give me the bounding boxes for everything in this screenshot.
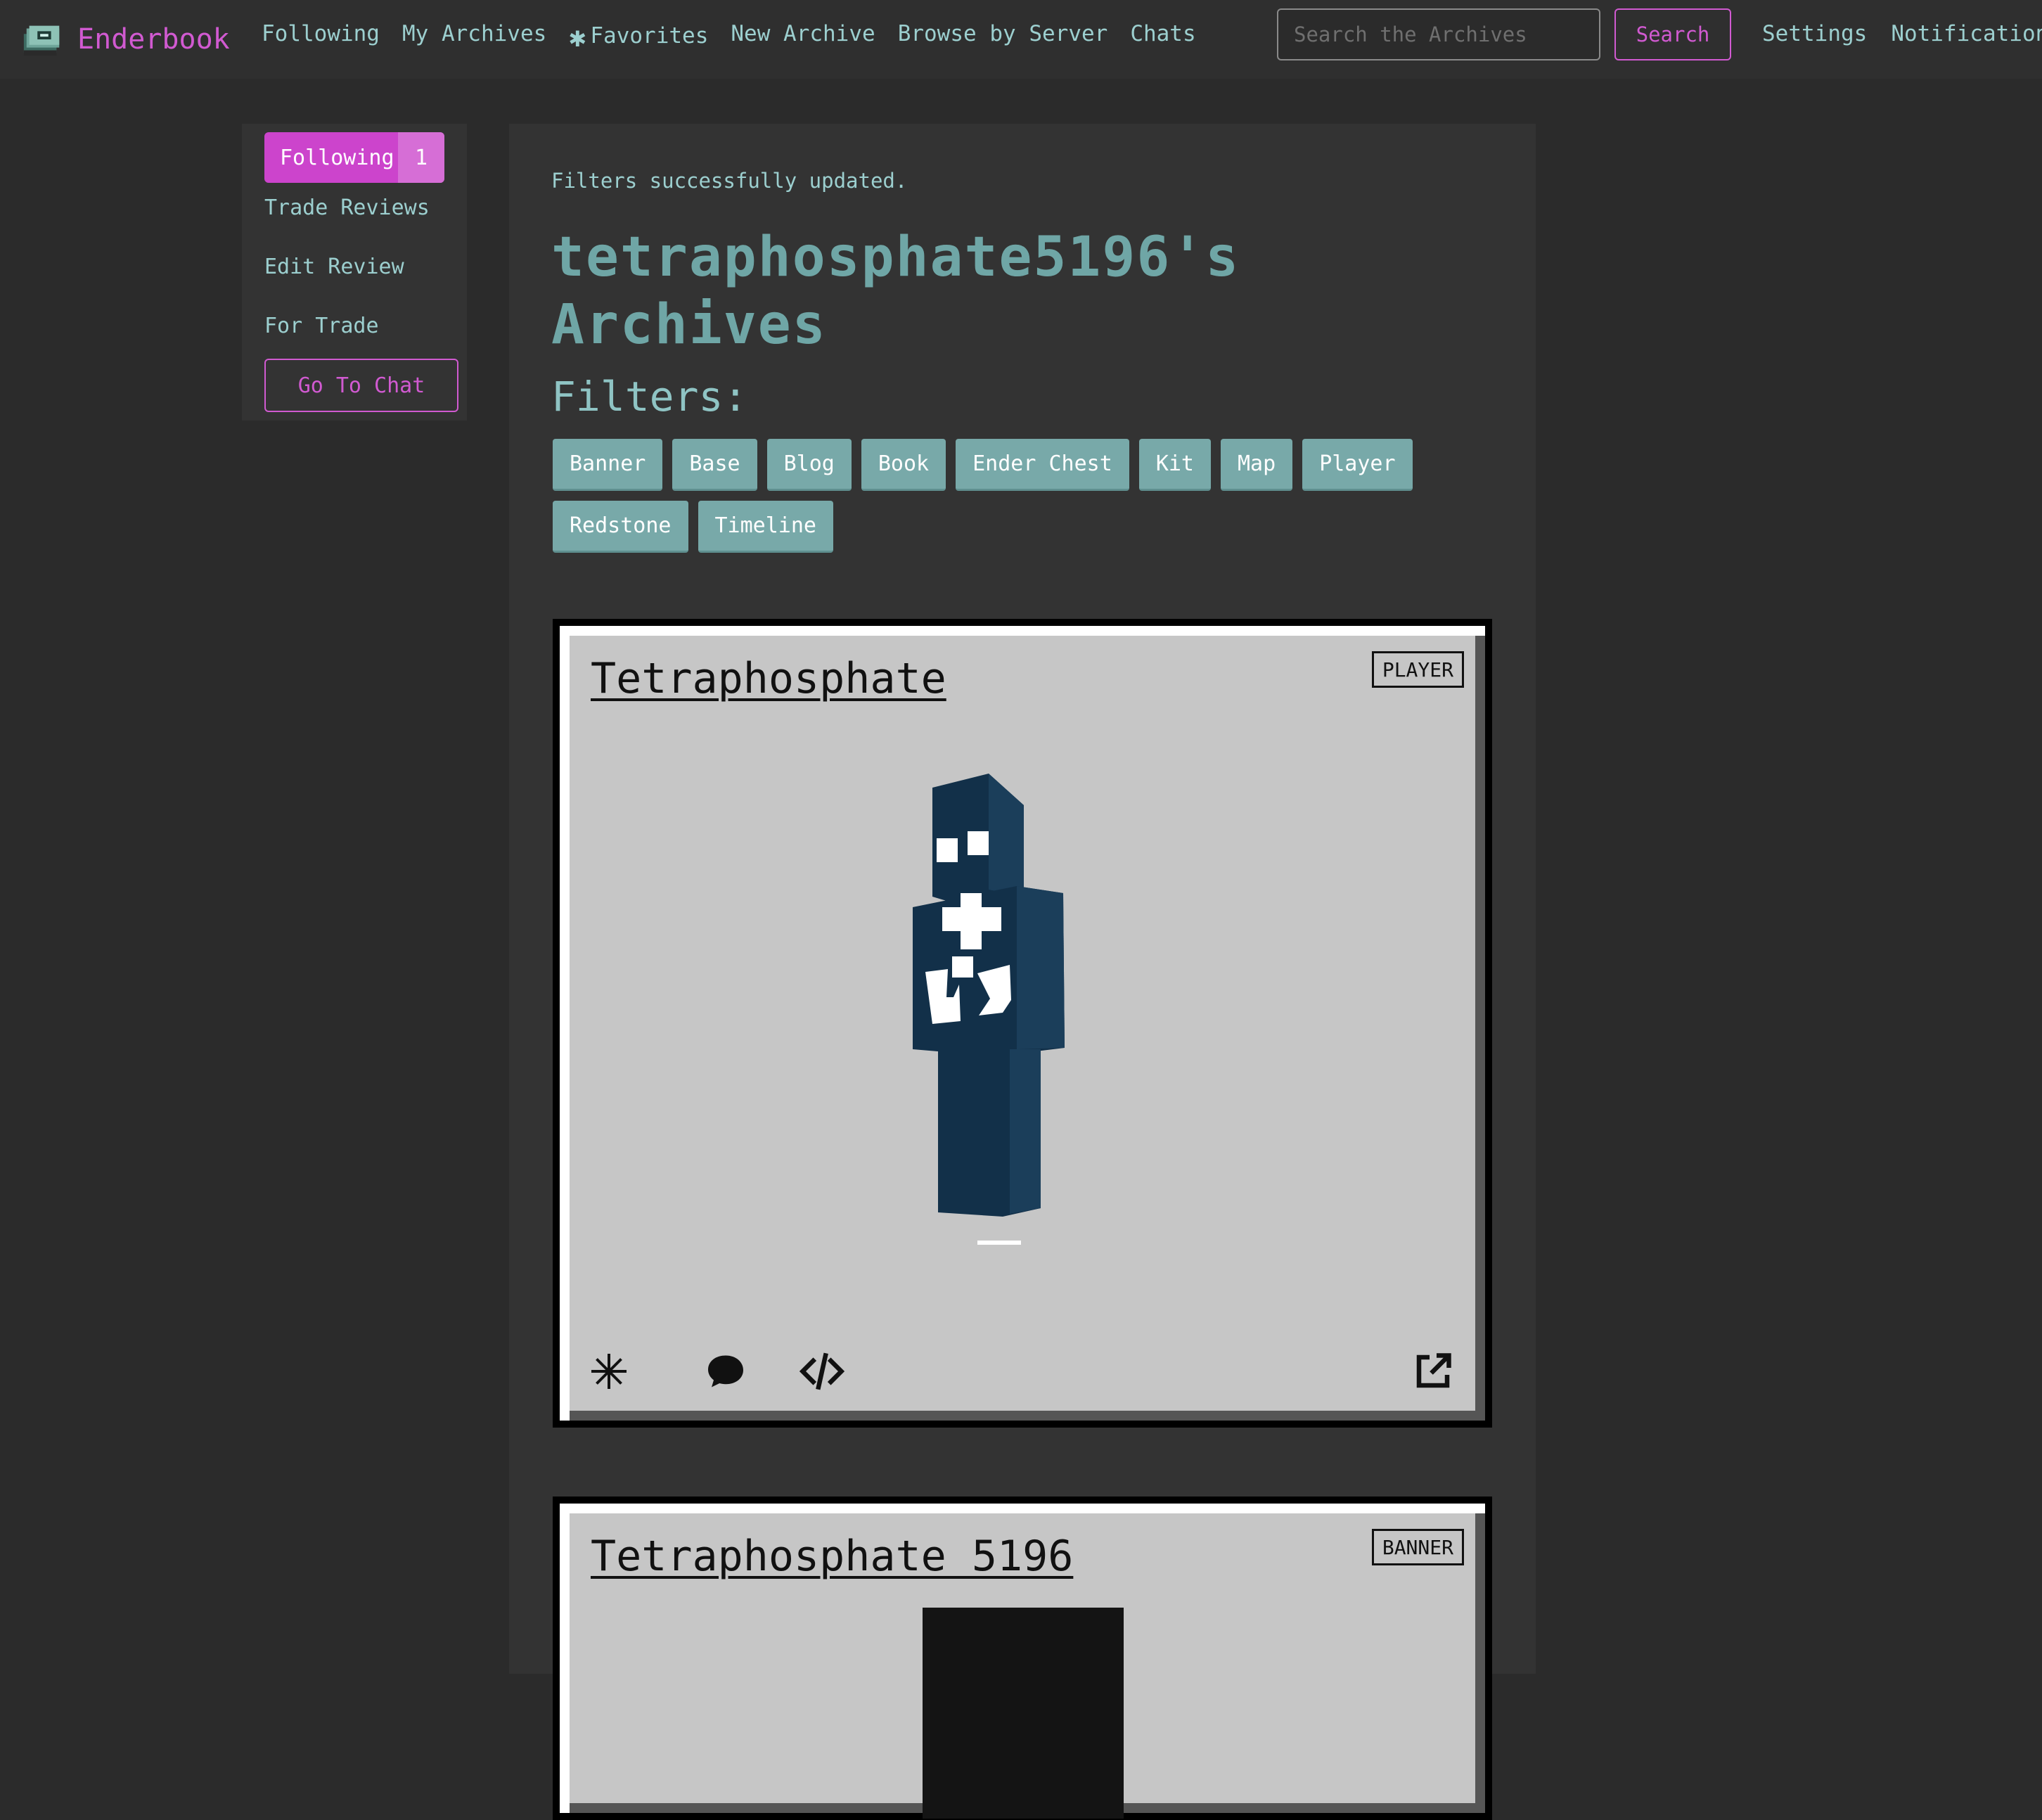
archive-type-badge: PLAYER	[1371, 651, 1464, 688]
sidebar: Following 1 Trade Reviews Edit Review Fo…	[242, 124, 467, 421]
filter-chip-redstone[interactable]: Redstone	[553, 501, 688, 553]
nav-my-archives[interactable]: My Archives	[402, 21, 546, 53]
following-label: Following	[280, 145, 394, 170]
filter-chip-player[interactable]: Player	[1302, 439, 1413, 491]
top-navbar: Enderbook Following My Archives ✱ Favorit…	[0, 0, 2042, 79]
nav-new-archive[interactable]: New Archive	[731, 21, 875, 53]
flash-message: Filters successfully updated.	[551, 169, 908, 193]
archive-card: Tetraphosphate PLAYER	[553, 619, 1492, 1428]
filters-heading: Filters:	[551, 373, 748, 421]
filter-chip-banner[interactable]: Banner	[553, 439, 663, 491]
sidebar-link-edit-review[interactable]: Edit Review	[264, 255, 404, 279]
nav-chats[interactable]: Chats	[1130, 21, 1195, 53]
archive-type-badge: BANNER	[1371, 1529, 1464, 1565]
code-icon[interactable]	[799, 1350, 845, 1392]
nav-settings[interactable]: Settings	[1762, 21, 1867, 46]
right-nav: Settings Notifications	[1762, 21, 2042, 46]
nav-browse-by-server[interactable]: Browse by Server	[898, 21, 1108, 53]
filter-chip-blog[interactable]: Blog	[766, 439, 852, 491]
filter-chip-ender-chest[interactable]: Ender Chest	[956, 439, 1129, 491]
archive-card: Tetraphosphate 5196 BANNER	[553, 1497, 1492, 1820]
card-actions	[588, 1350, 1460, 1399]
brand-link[interactable]: Enderbook	[21, 15, 230, 63]
player-skin-render	[904, 774, 1136, 1276]
following-button[interactable]: Following 1	[264, 132, 444, 183]
filter-chip-base[interactable]: Base	[672, 439, 757, 491]
brand-name: Enderbook	[77, 23, 230, 56]
search-button[interactable]: Search	[1614, 8, 1731, 60]
filter-chip-timeline[interactable]: Timeline	[698, 501, 833, 553]
asterisk-icon: ✱	[569, 21, 586, 53]
following-count-badge: 1	[398, 132, 444, 183]
main-nav: Following My Archives ✱ Favorites New Arc…	[262, 21, 1196, 53]
archive-card-title[interactable]: Tetraphosphate 5196	[591, 1532, 1073, 1581]
archive-card-title[interactable]: Tetraphosphate	[591, 654, 946, 703]
book-icon	[21, 18, 65, 61]
go-to-chat-button[interactable]: Go To Chat	[264, 359, 458, 412]
nav-favorites[interactable]: ✱ Favorites	[569, 21, 708, 53]
filter-chip-book[interactable]: Book	[861, 439, 946, 491]
filter-chip-map[interactable]: Map	[1221, 439, 1293, 491]
main-content: Filters successfully updated. tetraphosp…	[509, 124, 1536, 1820]
favorite-icon[interactable]	[588, 1350, 630, 1392]
sidebar-link-trade-reviews[interactable]: Trade Reviews	[264, 196, 430, 220]
search-input[interactable]	[1277, 8, 1600, 60]
external-link-icon[interactable]	[1412, 1350, 1454, 1392]
filter-chip-kit[interactable]: Kit	[1138, 439, 1211, 491]
nav-following[interactable]: Following	[262, 21, 380, 53]
banner-render	[923, 1608, 1124, 1819]
sidebar-link-for-trade[interactable]: For Trade	[264, 314, 379, 338]
page-title: tetraphosphate5196's Archives	[551, 226, 1240, 357]
filter-chips: Banner Base Blog Book Ender Chest Kit Ma…	[553, 439, 1453, 553]
nav-notifications[interactable]: Notifications	[1891, 21, 2042, 46]
comment-icon[interactable]	[705, 1350, 747, 1392]
nav-favorites-label: Favorites	[590, 23, 709, 49]
